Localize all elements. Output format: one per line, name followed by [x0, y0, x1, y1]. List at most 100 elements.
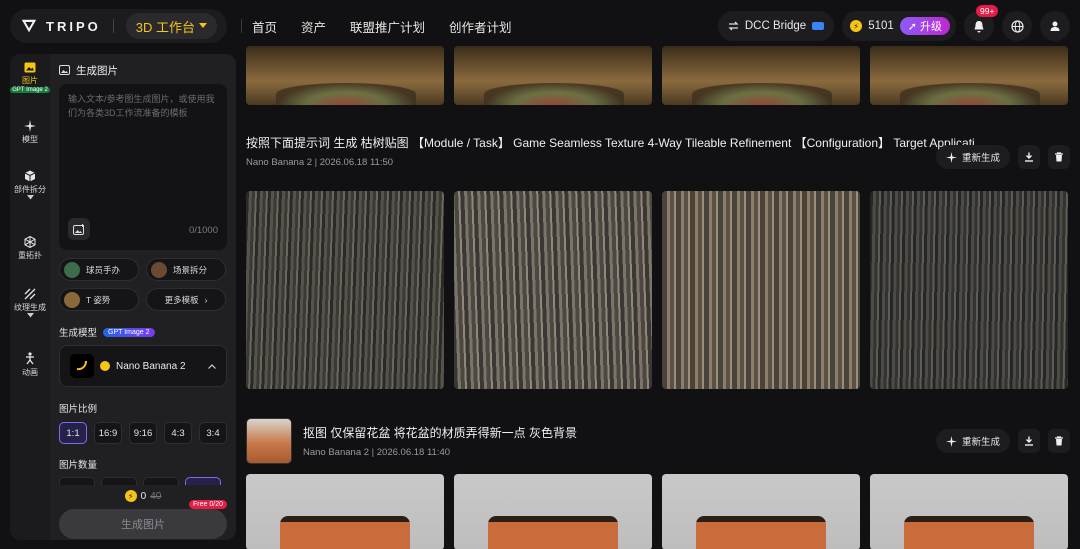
nav-assets[interactable]: 资产 [301, 17, 326, 36]
prompt-char-count: 0/1000 [188, 225, 218, 236]
ratio-section-label: 图片比例 [59, 401, 227, 415]
prompt-textarea[interactable]: 输入文本/参考图生成图片，或使用我们为各类3D工作流准备的模板 0/1000 [59, 84, 227, 250]
ratio-option-4-3[interactable]: 4:3 [164, 422, 192, 444]
result-image[interactable] [870, 191, 1068, 389]
template-scene-split[interactable]: 场景拆分 [146, 258, 226, 281]
rail-item-retopology[interactable]: 重拓扑 [10, 236, 50, 261]
premium-icon [100, 361, 110, 371]
result-image[interactable] [662, 46, 860, 105]
account-button[interactable] [1040, 11, 1070, 41]
result-image[interactable] [870, 474, 1068, 549]
result-image[interactable] [454, 46, 652, 105]
figure-icon [26, 352, 34, 365]
rail-item-image[interactable]: 图片 GPT Image 2 [10, 62, 50, 93]
result-image[interactable] [454, 474, 652, 549]
model-label: 生成模型 [59, 328, 98, 339]
ratio-label: 图片比例 [59, 404, 98, 415]
divider [112, 19, 114, 33]
chevron-right-icon: › [204, 294, 208, 305]
rail-label-model: 模型 [22, 135, 38, 144]
generation-meta: Nano Banana 2 | 2026.06.18 11:50 [246, 157, 394, 168]
delete-button[interactable] [1048, 429, 1070, 453]
language-button[interactable] [1002, 11, 1032, 41]
notification-badge: 99+ [976, 5, 999, 17]
notification-button[interactable]: 99+ [964, 5, 999, 41]
model-name: Nano Banana 2 [116, 360, 186, 372]
brand-name[interactable]: TRIPO [46, 19, 101, 34]
generation-actions: 重新生成 [935, 145, 1070, 169]
regenerate-button[interactable]: 重新生成 [935, 429, 1010, 453]
result-image[interactable] [246, 191, 444, 389]
qty-option[interactable] [101, 477, 137, 485]
sparkle-icon [945, 435, 957, 447]
swap-icon [728, 21, 739, 31]
ratio-options: 1:1 16:9 9:16 4:3 3:4 [59, 422, 227, 444]
delete-button[interactable] [1048, 145, 1070, 169]
top-right-actions: DCC Bridge ⚡ 5101 ➚ 升级 99+ [717, 5, 1070, 41]
regenerate-button[interactable]: 重新生成 [935, 145, 1010, 169]
generate-image-panel: 生成图片 输入文本/参考图生成图片，或使用我们为各类3D工作流准备的模板 0/1… [50, 54, 236, 540]
divider [240, 19, 242, 33]
nav-affiliate[interactable]: 联盟推广计划 [350, 17, 425, 36]
dcc-bridge-button[interactable]: DCC Bridge [717, 11, 835, 41]
model-select[interactable]: Nano Banana 2 [59, 345, 227, 387]
rail-item-animation[interactable]: 动画 [10, 352, 50, 378]
qty-option[interactable] [185, 477, 221, 485]
template-t-pose[interactable]: T 姿势 [59, 288, 139, 311]
upgrade-button[interactable]: ➚ 升级 [899, 17, 950, 35]
banana-icon [70, 354, 94, 378]
result-image[interactable] [246, 474, 444, 549]
qty-option[interactable] [59, 477, 95, 485]
nav-creator[interactable]: 创作者计划 [449, 17, 512, 36]
cost-original: 40 [150, 490, 162, 502]
image-row-previous [246, 46, 1068, 105]
reference-image-thumb[interactable] [246, 418, 292, 464]
credits-box[interactable]: ⚡ 5101 ➚ 升级 [842, 11, 956, 41]
download-button[interactable] [1018, 145, 1040, 169]
image-icon [24, 62, 36, 73]
generate-image-button[interactable]: 生成图片 Free 0/20 [59, 500, 227, 539]
ratio-option-16-9[interactable]: 16:9 [94, 422, 122, 444]
rail-label-part-split: 部件拆分 [14, 185, 46, 194]
coin-icon: ⚡ [850, 20, 863, 32]
workspace-dropdown[interactable]: 3D 工作台 [125, 13, 217, 39]
rail-item-texture[interactable]: 纹理生成 [10, 288, 50, 320]
rail-item-part-split[interactable]: 部件拆分 [10, 170, 50, 202]
rail-label-image: 图片 [22, 76, 38, 85]
beta-badge [812, 22, 825, 30]
generation-actions: 重新生成 [935, 429, 1070, 453]
image-row-pots [246, 474, 1068, 549]
gpt-image-pill[interactable]: GPT Image 2 [103, 327, 155, 337]
more-templates-button[interactable]: 更多模板 › [146, 288, 226, 311]
generation-prompt: 按照下面提示词 生成 枯树贴图 【Module / Task】 Game Sea… [246, 136, 985, 150]
generate-label: 生成图片 [121, 519, 165, 531]
upload-image-button[interactable] [68, 218, 90, 240]
image-icon [59, 65, 70, 75]
template-label: 场景拆分 [173, 264, 208, 275]
nav-home[interactable]: 首页 [252, 17, 277, 36]
qty-option[interactable] [143, 477, 179, 485]
upgrade-label: 升级 [920, 21, 942, 33]
topology-icon [24, 236, 36, 248]
template-figurine[interactable]: 球员手办 [59, 258, 139, 281]
ratio-option-3-4[interactable]: 3:4 [199, 422, 227, 444]
panel-title: 生成图片 [76, 64, 118, 77]
result-image[interactable] [662, 191, 860, 389]
result-image[interactable] [454, 191, 652, 389]
result-image[interactable] [662, 474, 860, 549]
result-image[interactable] [246, 46, 444, 105]
template-label: 球员手办 [86, 264, 121, 275]
result-image[interactable] [870, 46, 1068, 105]
brand-group: TRIPO 3D 工作台 [10, 9, 227, 43]
template-thumb [64, 291, 80, 308]
workspace-label: 3D 工作台 [135, 19, 195, 35]
ratio-option-9-16[interactable]: 9:16 [129, 422, 157, 444]
cube-icon [24, 170, 36, 182]
download-button[interactable] [1018, 429, 1040, 453]
rail-item-model[interactable]: 模型 [10, 120, 50, 145]
rail-label-animation: 动画 [22, 368, 38, 377]
ratio-option-1-1[interactable]: 1:1 [59, 422, 87, 444]
regenerate-label: 重新生成 [961, 437, 1000, 448]
regenerate-label: 重新生成 [961, 153, 1000, 164]
sparkle-icon [945, 151, 957, 163]
